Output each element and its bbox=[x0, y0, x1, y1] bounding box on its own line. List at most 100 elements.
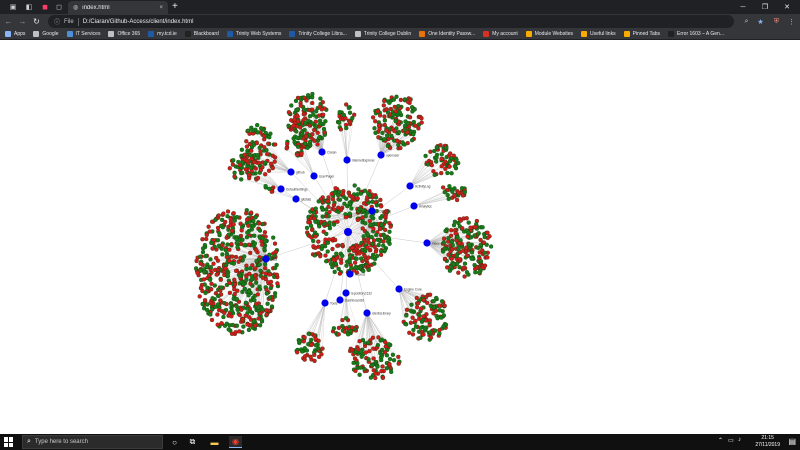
graph-leaf-node[interactable] bbox=[233, 268, 239, 274]
graph-leaf-node[interactable] bbox=[461, 265, 466, 270]
graph-leaf-node[interactable] bbox=[238, 255, 243, 261]
graph-repo-node[interactable] bbox=[423, 239, 431, 247]
graph-leaf-node[interactable] bbox=[268, 285, 273, 291]
chrome-taskbar-icon[interactable]: ◉ bbox=[229, 436, 242, 448]
graph-leaf-node[interactable] bbox=[224, 321, 229, 326]
graph-leaf-node[interactable] bbox=[253, 166, 258, 171]
graph-leaf-node[interactable] bbox=[464, 270, 470, 275]
graph-leaf-node[interactable] bbox=[231, 261, 236, 266]
graph-leaf-node[interactable] bbox=[419, 116, 424, 121]
graph-leaf-node[interactable] bbox=[435, 316, 440, 321]
graph-leaf-node[interactable] bbox=[240, 237, 245, 242]
graph-leaf-node[interactable] bbox=[412, 107, 417, 112]
graph-leaf-node[interactable] bbox=[454, 197, 460, 203]
graph-leaf-node[interactable] bbox=[254, 258, 259, 264]
graph-leaf-node[interactable] bbox=[316, 199, 321, 204]
graph-leaf-node[interactable] bbox=[381, 243, 386, 248]
graph-leaf-node[interactable] bbox=[210, 246, 215, 251]
graph-leaf-node[interactable] bbox=[448, 151, 453, 156]
graph-leaf-node[interactable] bbox=[200, 249, 206, 255]
graph-leaf-node[interactable] bbox=[252, 241, 258, 246]
graph-leaf-node[interactable] bbox=[431, 305, 437, 310]
graph-leaf-node[interactable] bbox=[439, 164, 444, 169]
graph-leaf-node[interactable] bbox=[309, 107, 315, 112]
graph-leaf-node[interactable] bbox=[317, 135, 322, 140]
graph-leaf-node[interactable] bbox=[225, 273, 231, 278]
bookmark-item[interactable]: IT Services bbox=[66, 31, 100, 37]
graph-leaf-node[interactable] bbox=[443, 166, 448, 172]
graph-leaf-node[interactable] bbox=[257, 262, 262, 267]
graph-leaf-node[interactable] bbox=[249, 156, 254, 162]
graph-leaf-node[interactable] bbox=[223, 266, 228, 271]
graph-leaf-node[interactable] bbox=[333, 261, 338, 266]
graph-leaf-node[interactable] bbox=[421, 314, 426, 319]
graph-leaf-node[interactable] bbox=[198, 261, 203, 266]
graph-leaf-node[interactable] bbox=[354, 256, 359, 261]
graph-leaf-node[interactable] bbox=[421, 332, 426, 337]
graph-leaf-node[interactable] bbox=[357, 372, 362, 377]
graph-leaf-node[interactable] bbox=[215, 293, 221, 299]
graph-leaf-node[interactable] bbox=[311, 244, 316, 249]
graph-leaf-node[interactable] bbox=[244, 277, 249, 282]
graph-leaf-node[interactable] bbox=[446, 196, 451, 202]
bookmark-item[interactable]: Trinity College Libra... bbox=[289, 31, 347, 37]
graph-leaf-node[interactable] bbox=[215, 238, 221, 243]
graph-leaf-node[interactable] bbox=[307, 139, 313, 145]
graph-leaf-node[interactable] bbox=[434, 159, 439, 164]
graph-leaf-node[interactable] bbox=[274, 272, 280, 277]
graph-repo-node[interactable] bbox=[336, 296, 344, 304]
graph-leaf-node[interactable] bbox=[347, 259, 352, 264]
graph-leaf-node[interactable] bbox=[319, 107, 324, 112]
graph-leaf-node[interactable] bbox=[263, 183, 268, 189]
graph-leaf-node[interactable] bbox=[302, 335, 307, 340]
graph-leaf-node[interactable] bbox=[295, 350, 300, 355]
graph-leaf-node[interactable] bbox=[209, 317, 215, 323]
graph-leaf-node[interactable] bbox=[308, 223, 314, 228]
graph-leaf-node[interactable] bbox=[316, 354, 322, 360]
graph-leaf-node[interactable] bbox=[373, 130, 378, 136]
graph-leaf-node[interactable] bbox=[456, 247, 461, 252]
minimize-button[interactable]: ─ bbox=[732, 0, 754, 14]
graph-leaf-node[interactable] bbox=[449, 171, 454, 176]
graph-leaf-node[interactable] bbox=[268, 161, 274, 166]
graph-leaf-node[interactable] bbox=[263, 130, 268, 136]
graph-leaf-node[interactable] bbox=[326, 195, 331, 200]
graph-leaf-node[interactable] bbox=[449, 256, 454, 261]
graph-leaf-node[interactable] bbox=[247, 172, 252, 178]
graph-leaf-node[interactable] bbox=[234, 296, 239, 302]
graph-leaf-node[interactable] bbox=[349, 347, 355, 353]
graph-leaf-node[interactable] bbox=[389, 133, 394, 139]
graph-leaf-node[interactable] bbox=[390, 352, 396, 357]
graph-leaf-node[interactable] bbox=[315, 142, 320, 147]
graph-leaf-node[interactable] bbox=[402, 97, 408, 102]
graph-leaf-node[interactable] bbox=[440, 185, 446, 190]
tab-index-html[interactable]: ◍ index.html × bbox=[68, 1, 168, 14]
graph-leaf-node[interactable] bbox=[217, 231, 222, 236]
graph-leaf-node[interactable] bbox=[273, 249, 278, 255]
graph-leaf-node[interactable] bbox=[257, 228, 263, 233]
graph-leaf-node[interactable] bbox=[299, 151, 304, 156]
graph-leaf-node[interactable] bbox=[330, 246, 335, 252]
graph-leaf-node[interactable] bbox=[226, 327, 231, 332]
graph-leaf-node[interactable] bbox=[352, 183, 357, 188]
graph-leaf-node[interactable] bbox=[266, 141, 271, 146]
graph-leaf-node[interactable] bbox=[373, 119, 378, 124]
graph-leaf-node[interactable] bbox=[318, 121, 323, 126]
graph-leaf-node[interactable] bbox=[203, 290, 208, 296]
graph-leaf-node[interactable] bbox=[473, 224, 478, 230]
graph-leaf-node[interactable] bbox=[300, 131, 305, 137]
graph-leaf-node[interactable] bbox=[446, 235, 451, 241]
graph-leaf-node[interactable] bbox=[453, 231, 458, 236]
graph-leaf-node[interactable] bbox=[480, 248, 485, 253]
graph-leaf-node[interactable] bbox=[366, 255, 371, 260]
graph-leaf-node[interactable] bbox=[286, 123, 291, 128]
graph-leaf-node[interactable] bbox=[229, 228, 235, 234]
graph-leaf-node[interactable] bbox=[331, 202, 337, 208]
graph-leaf-node[interactable] bbox=[305, 145, 310, 150]
graph-leaf-node[interactable] bbox=[460, 226, 465, 231]
graph-hub-node[interactable] bbox=[344, 228, 352, 236]
graph-leaf-node[interactable] bbox=[206, 273, 212, 278]
graph-leaf-node[interactable] bbox=[269, 304, 275, 309]
graph-leaf-node[interactable] bbox=[209, 240, 214, 246]
graph-leaf-node[interactable] bbox=[197, 294, 202, 299]
